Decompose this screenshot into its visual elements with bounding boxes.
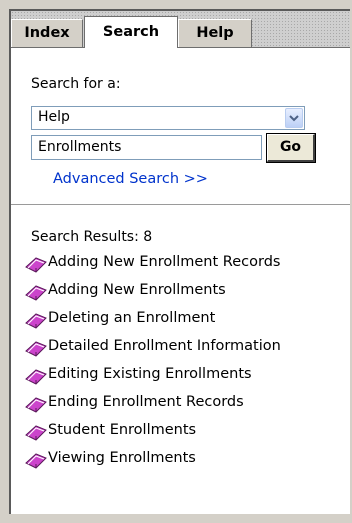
result-title: Editing Existing Enrollments [48,366,252,382]
search-type-select[interactable]: Help [31,106,305,130]
search-input[interactable]: Enrollments [31,135,262,160]
search-type-value: Help [38,109,70,125]
chevron-down-icon [289,115,299,122]
book-icon [25,425,47,441]
result-title: Viewing Enrollments [48,450,196,466]
search-for-label: Search for a: [31,76,121,92]
book-icon [25,369,47,385]
tab-search[interactable]: Search [84,16,178,48]
divider [11,204,350,206]
result-title: Student Enrollments [48,422,197,438]
book-icon [25,341,47,357]
tab-index[interactable]: Index [11,19,83,47]
book-icon [25,313,47,329]
result-title: Ending Enrollment Records [48,394,244,410]
book-icon [25,285,47,301]
results-heading: Search Results: 8 [31,229,153,245]
dropdown-button[interactable] [285,108,303,128]
go-button[interactable]: Go [266,133,316,163]
book-icon [25,397,47,413]
book-icon [25,453,47,469]
result-title: Detailed Enrollment Information [48,338,281,354]
result-title: Adding New Enrollments [48,282,226,298]
book-icon [25,257,47,273]
result-title: Deleting an Enrollment [48,310,216,326]
help-pane: Index Search Help Search for a: Help Enr… [9,9,350,514]
advanced-search-link[interactable]: Advanced Search >> [53,171,208,187]
result-title: Adding New Enrollment Records [48,254,281,270]
tab-bar: Index Search Help [11,11,350,48]
tab-help[interactable]: Help [178,19,252,47]
